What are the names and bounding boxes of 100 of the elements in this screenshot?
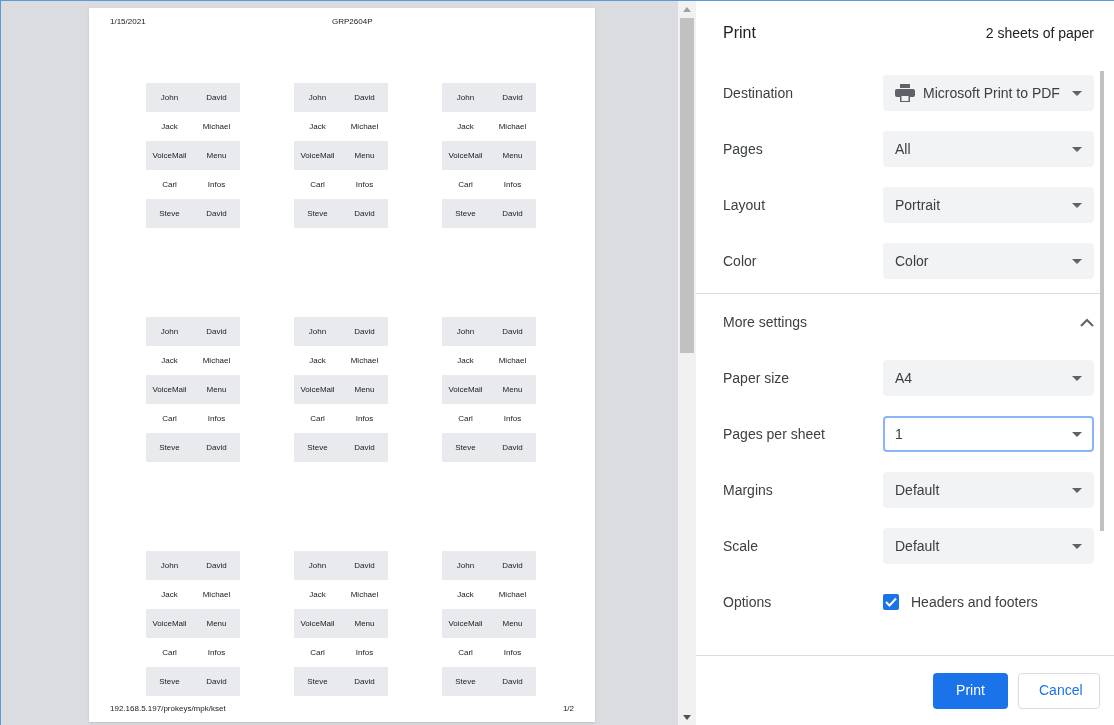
- scroll-up-icon[interactable]: [683, 7, 691, 12]
- select-dropdown[interactable]: 1: [883, 416, 1094, 452]
- dropdown-arrow-icon: [1072, 258, 1082, 264]
- key-label: Steve: [454, 441, 477, 454]
- key-label: Carl: [457, 646, 474, 659]
- key-label: Infos: [502, 646, 523, 659]
- key-label: VoiceMail: [447, 383, 484, 396]
- key-label: Infos: [354, 178, 375, 191]
- select-dropdown[interactable]: Default: [883, 472, 1094, 508]
- key-label: David: [205, 325, 228, 338]
- key-label: Menu: [501, 617, 524, 630]
- chevron-up-icon: [1080, 317, 1094, 327]
- key-label: Michael: [201, 354, 232, 367]
- cancel-button[interactable]: Cancel: [1018, 672, 1100, 709]
- key-label: Michael: [201, 120, 232, 133]
- key-label: Michael: [349, 120, 380, 133]
- key-label: John: [159, 91, 180, 104]
- select-dropdown[interactable]: Color: [883, 243, 1094, 279]
- dropdown-arrow-icon: [1072, 146, 1082, 152]
- select-value: Color: [895, 251, 930, 271]
- key-label: Carl: [309, 178, 326, 191]
- key-label: Steve: [158, 675, 181, 688]
- setting-label: Options: [723, 592, 773, 612]
- key-label: VoiceMail: [447, 617, 484, 630]
- setting-label: Pages per sheet: [723, 424, 826, 444]
- key-label: Steve: [454, 675, 477, 688]
- key-label: Steve: [158, 441, 181, 454]
- dropdown-arrow-icon: [1072, 487, 1082, 493]
- select-dropdown[interactable]: A4: [883, 360, 1094, 396]
- more-settings-toggle[interactable]: More settings: [723, 294, 1094, 350]
- select-value: Default: [895, 536, 941, 556]
- key-label: Menu: [205, 149, 228, 162]
- print-button[interactable]: Print: [933, 672, 1008, 709]
- select-value: A4: [895, 368, 914, 388]
- key-label: Jack: [456, 588, 475, 601]
- scrollbar-thumb[interactable]: [680, 18, 694, 353]
- checkmark-icon: [885, 597, 897, 607]
- dropdown-arrow-icon: [1072, 202, 1082, 208]
- page-url: 192.168.5.197/prokeys/mpk/kset: [110, 703, 226, 715]
- setting-label: Scale: [723, 536, 760, 556]
- page-title: GRP2604P: [332, 16, 373, 28]
- key-label: Infos: [354, 412, 375, 425]
- select-dropdown[interactable]: Portrait: [883, 187, 1094, 223]
- key-label: Michael: [201, 588, 232, 601]
- key-label: Menu: [205, 617, 228, 630]
- select-value: Microsoft Print to PDF: [923, 83, 1061, 103]
- key-label: Carl: [161, 412, 178, 425]
- dropdown-arrow-icon: [1072, 90, 1082, 96]
- key-label: Steve: [306, 675, 329, 688]
- checkbox[interactable]: [883, 594, 899, 610]
- key-label: Jack: [160, 588, 179, 601]
- key-label: Carl: [161, 178, 178, 191]
- select-value: All: [895, 139, 912, 159]
- dropdown-arrow-icon: [1072, 375, 1082, 381]
- printer-icon: [895, 84, 915, 102]
- sheet-count: 2 sheets of paper: [985, 23, 1094, 43]
- key-label: Infos: [206, 178, 227, 191]
- key-label: John: [159, 325, 180, 338]
- key-label: VoiceMail: [151, 383, 188, 396]
- key-label: Infos: [206, 646, 227, 659]
- key-label: John: [455, 91, 476, 104]
- key-label: David: [205, 559, 228, 572]
- key-label: Carl: [457, 412, 474, 425]
- key-label: Infos: [502, 412, 523, 425]
- select-dropdown[interactable]: All: [883, 131, 1094, 167]
- select-dropdown[interactable]: Microsoft Print to PDF: [883, 75, 1094, 111]
- select-value: 1: [895, 424, 904, 444]
- key-label: Menu: [353, 149, 376, 162]
- key-label: Steve: [306, 441, 329, 454]
- setting-label: Color: [723, 251, 758, 271]
- key-label: John: [159, 559, 180, 572]
- key-label: David: [501, 207, 524, 220]
- key-label: David: [353, 91, 376, 104]
- key-label: Menu: [205, 383, 228, 396]
- key-label: John: [455, 559, 476, 572]
- key-label: Michael: [497, 120, 528, 133]
- key-label: VoiceMail: [447, 149, 484, 162]
- key-label: Jack: [456, 354, 475, 367]
- dialog-title: Print: [723, 23, 756, 43]
- key-label: David: [205, 91, 228, 104]
- key-label: Steve: [454, 207, 477, 220]
- key-label: VoiceMail: [151, 149, 188, 162]
- key-label: Infos: [206, 412, 227, 425]
- key-label: David: [501, 441, 524, 454]
- key-label: David: [501, 675, 524, 688]
- key-label: David: [353, 325, 376, 338]
- key-label: VoiceMail: [299, 383, 336, 396]
- select-dropdown[interactable]: Default: [883, 528, 1094, 564]
- key-label: Carl: [309, 646, 326, 659]
- key-label: David: [205, 441, 228, 454]
- scroll-down-icon[interactable]: [683, 715, 691, 720]
- key-label: David: [353, 675, 376, 688]
- key-label: Steve: [158, 207, 181, 220]
- key-label: David: [501, 559, 524, 572]
- select-value: Portrait: [895, 195, 942, 215]
- setting-label: Destination: [723, 83, 795, 103]
- key-label: Michael: [497, 354, 528, 367]
- key-label: John: [455, 325, 476, 338]
- key-label: John: [307, 325, 328, 338]
- key-label: Menu: [501, 149, 524, 162]
